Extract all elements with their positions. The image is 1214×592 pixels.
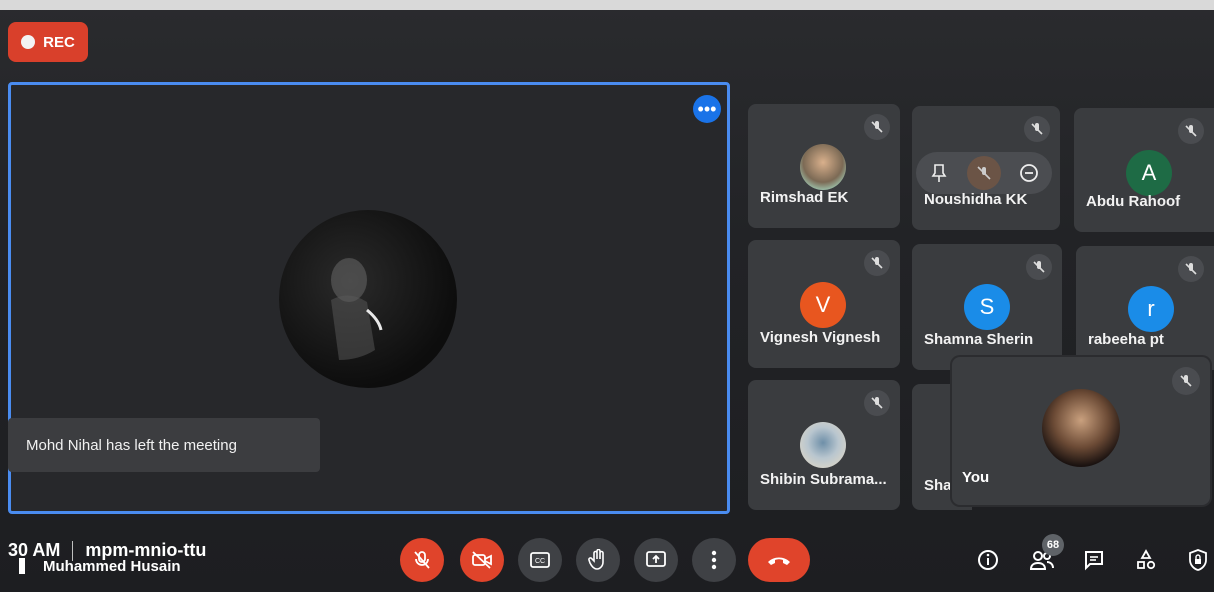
recording-indicator[interactable]: REC [8, 22, 88, 62]
participant-name: Noushidha KK [924, 191, 1028, 208]
activities-button[interactable] [1128, 542, 1164, 578]
info-icon [978, 550, 998, 570]
notification-toast: Mohd Nihal has left the meeting [8, 418, 320, 472]
present-screen-button[interactable] [634, 538, 678, 582]
chat-icon [1085, 551, 1103, 571]
mic-off-icon [1026, 254, 1052, 280]
meeting-code: mpm-mnio-ttu [85, 540, 207, 560]
present-icon [646, 551, 666, 567]
participant-name: rabeeha pt [1088, 331, 1164, 348]
participant-avatar: S [964, 284, 1010, 330]
clock-time: 30 AM [8, 540, 61, 560]
mic-off-icon [864, 250, 890, 276]
more-vert-icon [711, 550, 717, 570]
participant-name: Rimshad EK [760, 189, 849, 206]
mic-off-icon [1178, 256, 1204, 282]
remove-participant-icon[interactable] [1012, 156, 1046, 190]
mic-off-icon [1178, 118, 1204, 144]
participant-avatar: A [1126, 150, 1172, 196]
shield-lock-icon [1189, 549, 1207, 571]
self-view-tile[interactable]: You [952, 357, 1210, 505]
more-options-button[interactable] [692, 538, 736, 582]
participant-name: Abdu Rahoof [1086, 193, 1181, 210]
meeting-info: 30 AM mpm-mnio-ttu [8, 540, 206, 561]
participant-photo [800, 144, 846, 190]
mic-toggle-button[interactable] [400, 538, 444, 582]
record-dot-icon [21, 35, 36, 49]
self-avatar [1042, 389, 1120, 467]
recording-label: REC [43, 33, 75, 51]
tile-hover-controls [916, 152, 1052, 194]
main-speaker-avatar [279, 210, 457, 388]
hand-icon [588, 549, 604, 570]
participant-tile[interactable]: S Shamna Sherin [912, 244, 1062, 370]
people-count-badge: 68 [1042, 534, 1064, 556]
participant-avatar: r [1128, 286, 1174, 332]
pin-tile-icon[interactable] [922, 156, 956, 190]
participant-name: Sha [924, 477, 952, 494]
meeting-details-button[interactable] [970, 542, 1006, 578]
mic-off-icon [864, 114, 890, 140]
captions-icon: CC [530, 552, 550, 568]
raise-hand-button[interactable] [576, 538, 620, 582]
host-controls-button[interactable] [1180, 542, 1214, 578]
mic-off-icon [864, 390, 890, 416]
mic-off-icon [1024, 116, 1050, 142]
svg-text:CC: CC [535, 558, 545, 565]
activities-icon [1137, 549, 1156, 570]
participant-name: Vignesh Vignesh [760, 329, 881, 346]
participant-name: Shibin Subrama... [760, 471, 887, 488]
meet-screen: REC ••• Muhammed Husain Mohd Nihal has l… [0, 0, 1214, 592]
mic-off-icon [414, 551, 430, 569]
participant-photo [800, 422, 846, 468]
camera-off-icon [472, 551, 492, 569]
camera-toggle-button[interactable] [460, 538, 504, 582]
participant-tile[interactable]: A Abdu Rahoof [1074, 108, 1214, 232]
participant-avatar: V [800, 282, 846, 328]
mute-participant-icon[interactable] [966, 156, 1001, 190]
more-options-icon[interactable]: ••• [693, 95, 721, 123]
participant-tile[interactable]: r rabeeha pt [1076, 246, 1214, 370]
captions-button[interactable]: CC [518, 538, 562, 582]
mic-off-icon [1172, 367, 1200, 395]
participant-tile[interactable]: Noushidha KK [912, 106, 1060, 230]
divider [72, 540, 74, 561]
participant-tile[interactable]: Rimshad EK [748, 104, 900, 228]
top-edge [0, 0, 1214, 10]
participant-tile[interactable]: Shibin Subrama... [748, 380, 900, 510]
leave-call-button[interactable] [748, 538, 810, 582]
self-name: You [962, 469, 990, 486]
participant-name: Shamna Sherin [924, 331, 1034, 348]
phone-hangup-icon [768, 557, 790, 565]
bottom-control-bar: 30 AM mpm-mnio-ttu CC 68 [0, 520, 1214, 592]
chat-button[interactable] [1076, 542, 1112, 578]
participant-tile[interactable]: V Vignesh Vignesh [748, 240, 900, 368]
